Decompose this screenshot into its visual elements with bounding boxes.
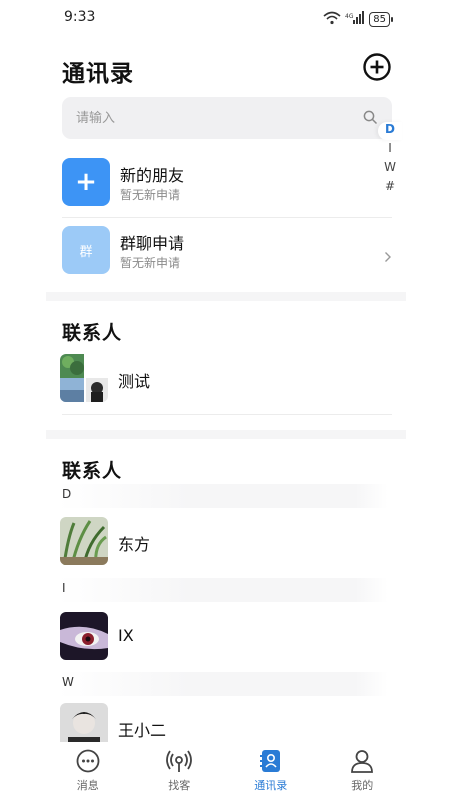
contact-name: 王小二 — [118, 721, 167, 740]
group-requests-row[interactable]: 群 群聊申请 暂无新申请 — [62, 226, 392, 278]
letter-header-w: W — [58, 672, 388, 696]
tab-label: 我的 — [351, 779, 374, 792]
add-button[interactable] — [362, 52, 392, 82]
tab-label: 消息 — [76, 779, 99, 792]
letter-header-i: I — [58, 578, 388, 602]
tab-find[interactable]: 找客 — [134, 742, 224, 800]
group-icon: 群 — [79, 244, 93, 260]
signal-icon: 4G — [345, 10, 365, 29]
group-requests-subtitle: 暂无新申请 — [120, 256, 181, 270]
battery-icon: 85 — [369, 12, 393, 27]
new-friends-row[interactable]: + 新的朋友 暂无新申请 — [62, 158, 392, 210]
tab-label: 通讯录 — [254, 779, 288, 792]
add-circle-icon — [363, 53, 391, 81]
contact-item[interactable]: 东方 — [60, 517, 392, 567]
tab-label: 找客 — [168, 779, 191, 792]
contact-item[interactable]: IX — [60, 612, 392, 662]
contacts-icon — [259, 750, 280, 772]
section-separator — [46, 292, 406, 301]
tab-mine[interactable]: 我的 — [317, 742, 407, 800]
alpha-index-i[interactable]: I — [388, 141, 392, 155]
radar-icon — [166, 750, 193, 772]
contacts-section-title: 联系人 — [62, 460, 123, 482]
svg-text:4G: 4G — [345, 13, 354, 20]
groups-section-title: 联系人 — [62, 322, 123, 344]
search-icon[interactable] — [363, 110, 378, 125]
bottom-tab-bar: 消息 找客 通讯录 我的 — [0, 742, 450, 800]
row-divider — [62, 414, 392, 415]
search-bar[interactable] — [62, 97, 392, 139]
wifi-icon — [323, 10, 341, 29]
search-input[interactable] — [76, 97, 346, 139]
group-name: 测试 — [118, 372, 151, 391]
group-requests-tile: 群 — [62, 226, 110, 274]
page-header: 通讯录 — [62, 52, 392, 88]
letter-label: I — [62, 581, 66, 595]
letter-label: D — [62, 487, 72, 501]
letter-label: W — [62, 675, 74, 689]
group-item[interactable]: 测试 — [60, 354, 392, 404]
contact-avatar — [60, 612, 108, 660]
status-icons: 4G 85 — [323, 10, 393, 29]
plus-icon: + — [75, 167, 97, 197]
group-requests-title: 群聊申请 — [120, 234, 185, 253]
status-time: 9:33 — [64, 9, 96, 25]
contact-name: 东方 — [118, 535, 151, 554]
chat-icon — [76, 749, 100, 773]
new-friends-tile: + — [62, 158, 110, 206]
tab-contacts[interactable]: 通讯录 — [226, 742, 316, 800]
row-divider — [62, 217, 392, 218]
new-friends-subtitle: 暂无新申请 — [120, 188, 181, 202]
status-bar: 9:33 4G 85 — [0, 0, 450, 36]
person-icon — [351, 750, 374, 773]
letter-header-d: D — [58, 484, 388, 508]
alpha-index-d[interactable]: D — [385, 122, 395, 136]
chevron-right-icon — [384, 248, 392, 262]
new-friends-title: 新的朋友 — [120, 166, 185, 185]
tab-messages[interactable]: 消息 — [43, 742, 133, 800]
contact-avatar — [60, 517, 108, 565]
contact-name: IX — [118, 626, 134, 645]
section-separator — [46, 430, 406, 439]
group-avatar — [60, 354, 108, 402]
page-title: 通讯录 — [62, 61, 134, 87]
